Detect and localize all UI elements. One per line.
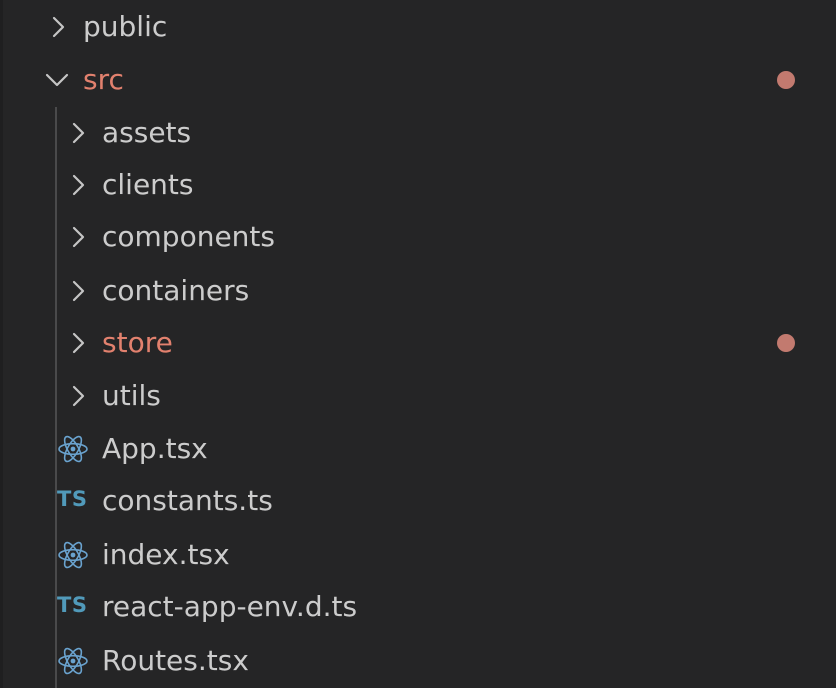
chevron-right-icon[interactable] <box>64 275 94 307</box>
chevron-right-icon[interactable] <box>64 221 94 253</box>
modified-indicator-dot <box>777 334 795 352</box>
tree-item-label: store <box>102 326 173 359</box>
tree-item-label: index.tsx <box>102 538 230 571</box>
tree-item-label: containers <box>102 274 250 307</box>
chevron-right-icon[interactable] <box>44 11 74 43</box>
tree-folder-clients[interactable]: clients <box>0 159 836 211</box>
tree-item-label: utils <box>102 379 161 412</box>
chevron-down-icon[interactable] <box>42 64 72 96</box>
tree-item-label: Routes.tsx <box>102 644 249 677</box>
tree-folder-assets[interactable]: assets <box>0 107 836 159</box>
tree-item-label: components <box>102 220 275 253</box>
react-icon <box>57 539 89 571</box>
tree-file-app-tsx[interactable]: App.tsx <box>0 423 836 475</box>
typescript-icon: TS <box>57 593 88 617</box>
tree-folder-public[interactable]: public <box>0 1 836 53</box>
tree-item-label: App.tsx <box>102 432 208 465</box>
chevron-right-icon[interactable] <box>64 380 94 412</box>
tree-folder-src[interactable]: src <box>0 54 836 106</box>
tree-folder-utils[interactable]: utils <box>0 370 836 422</box>
modified-indicator-dot <box>777 71 795 89</box>
chevron-right-icon[interactable] <box>64 169 94 201</box>
tree-file-index-tsx[interactable]: index.tsx <box>0 529 836 581</box>
file-explorer: public src assets clients components con <box>0 0 836 688</box>
tree-item-label: assets <box>102 116 192 149</box>
react-icon <box>57 433 89 465</box>
tree-file-routes-tsx[interactable]: Routes.tsx <box>0 635 836 687</box>
chevron-right-icon[interactable] <box>64 117 94 149</box>
typescript-icon: TS <box>57 487 88 511</box>
tree-item-label: src <box>83 63 124 96</box>
tree-file-constants-ts[interactable]: TS constants.ts <box>0 475 836 527</box>
tree-folder-store[interactable]: store <box>0 317 836 369</box>
tree-folder-containers[interactable]: containers <box>0 265 836 317</box>
tree-item-label: react-app-env.d.ts <box>102 590 358 623</box>
chevron-right-icon[interactable] <box>64 327 94 359</box>
tree-item-label: public <box>83 10 168 43</box>
react-icon <box>57 645 89 677</box>
tree-folder-components[interactable]: components <box>0 211 836 263</box>
tree-file-react-app-env-d-ts[interactable]: TS react-app-env.d.ts <box>0 581 836 633</box>
tree-item-label: clients <box>102 168 194 201</box>
tree-item-label: constants.ts <box>102 484 273 517</box>
